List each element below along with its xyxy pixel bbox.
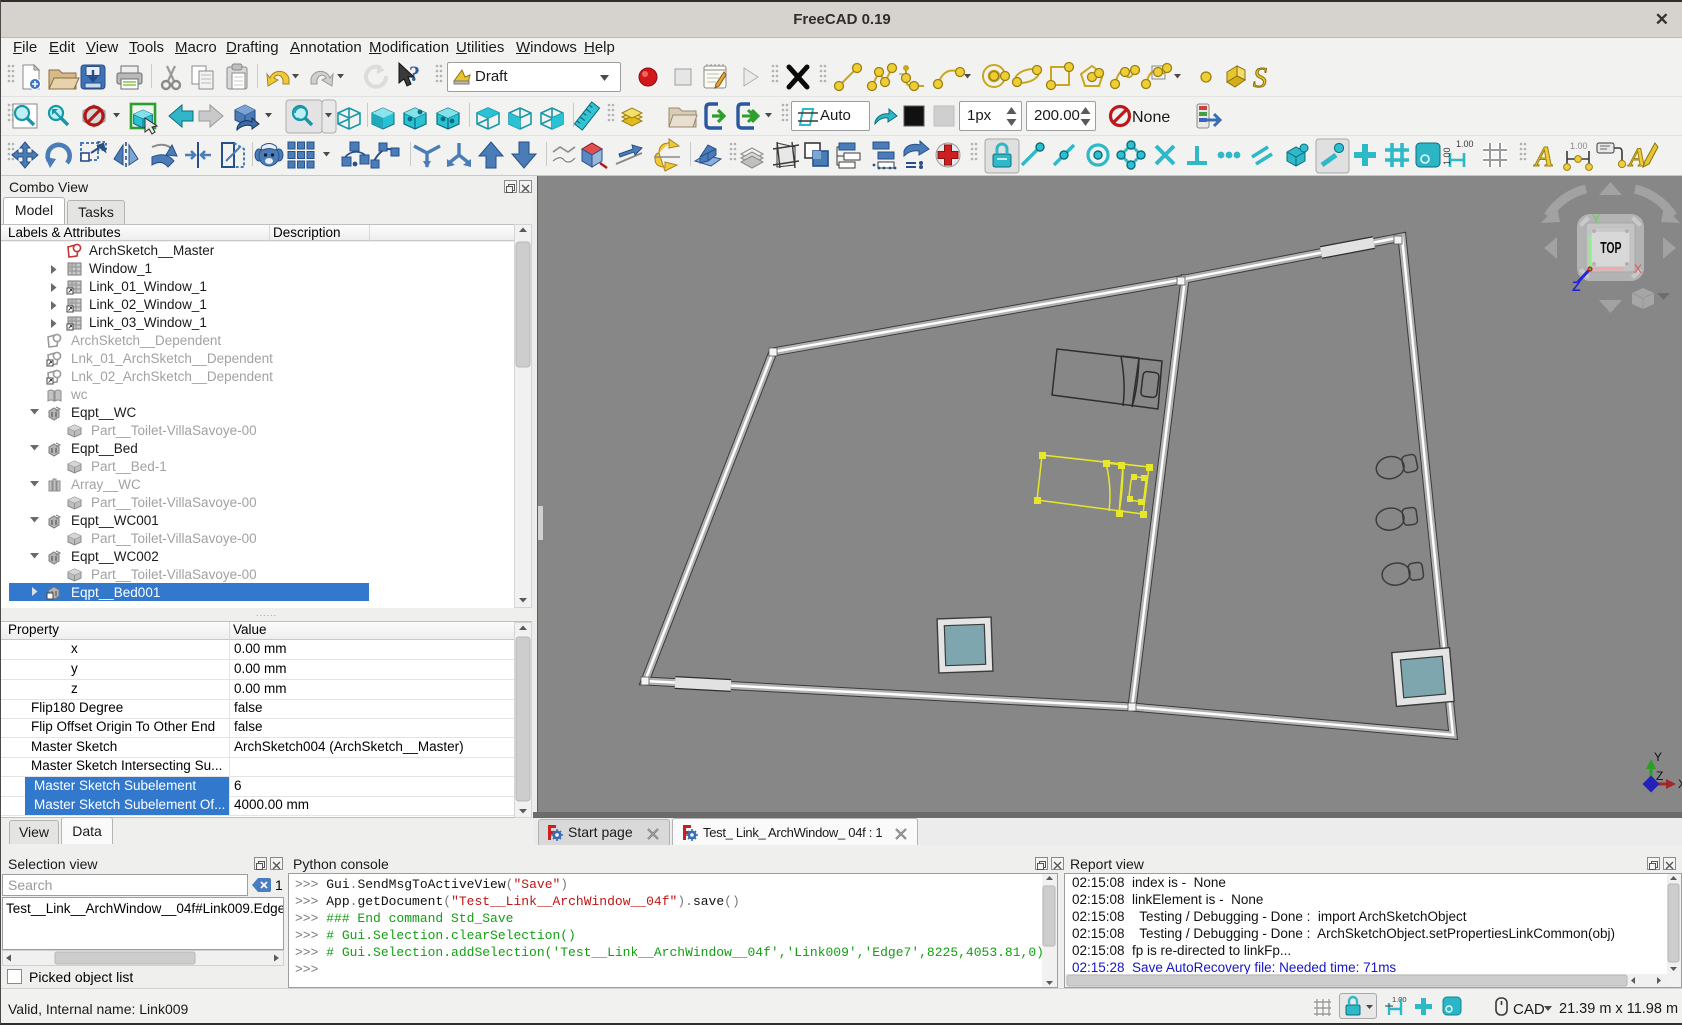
svg-text:TOP: TOP <box>1600 239 1621 257</box>
svg-text:Eqpt__WC001: Eqpt__WC001 <box>71 513 159 528</box>
svg-text:Eqpt__Bed: Eqpt__Bed <box>71 441 138 456</box>
svg-text:Part__Toilet-VillaSavoye-00: Part__Toilet-VillaSavoye-00 <box>91 531 257 546</box>
svg-text:wc: wc <box>70 387 88 402</box>
svg-text:?: ? <box>409 61 420 86</box>
svg-text:Link_02_Window_1: Link_02_Window_1 <box>89 297 207 312</box>
svg-text:Part__Toilet-VillaSavoye-00: Part__Toilet-VillaSavoye-00 <box>91 423 257 438</box>
svg-text:1.00: 1.00 <box>1456 139 1474 149</box>
svg-text:Eqpt__WC: Eqpt__WC <box>71 405 137 420</box>
svg-text:Eqpt__Bed001: Eqpt__Bed001 <box>71 585 160 600</box>
svg-text:S: S <box>1253 63 1267 94</box>
svg-text:Array__WC: Array__WC <box>71 477 141 492</box>
svg-text:A: A <box>1627 143 1646 172</box>
svg-text:Part__Toilet-VillaSavoye-00: Part__Toilet-VillaSavoye-00 <box>91 495 257 510</box>
svg-text:Part__Bed-1: Part__Bed-1 <box>91 459 167 474</box>
svg-text:None: None <box>1132 109 1170 126</box>
svg-text:ArchSketch__Master: ArchSketch__Master <box>89 243 215 258</box>
svg-text:Eqpt__WC002: Eqpt__WC002 <box>71 549 159 564</box>
svg-text:1.00: 1.00 <box>1442 147 1452 165</box>
svg-text:Link_01_Window_1: Link_01_Window_1 <box>89 279 207 294</box>
svg-text:Window_1: Window_1 <box>89 261 152 276</box>
svg-text:X: X <box>1634 262 1642 276</box>
svg-text:A: A <box>1533 142 1554 173</box>
svg-text:Y: Y <box>1654 750 1662 764</box>
svg-text:Part__Toilet-VillaSavoye-00: Part__Toilet-VillaSavoye-00 <box>91 567 257 582</box>
svg-text:X: X <box>1678 777 1682 791</box>
svg-text:Link_03_Window_1: Link_03_Window_1 <box>89 315 207 330</box>
svg-text:Lnk_02_ArchSketch__Dependent: Lnk_02_ArchSketch__Dependent <box>71 369 273 384</box>
svg-text:Z: Z <box>1572 278 1581 294</box>
svg-text:1.00: 1.00 <box>1570 141 1588 151</box>
svg-text:Lnk_01_ArchSketch__Dependent: Lnk_01_ArchSketch__Dependent <box>71 351 273 366</box>
svg-text:Y: Y <box>1592 212 1600 226</box>
svg-text:Z: Z <box>1656 769 1663 783</box>
svg-text:1.00: 1.00 <box>1392 995 1407 1004</box>
svg-text:ArchSketch__Dependent: ArchSketch__Dependent <box>71 333 221 348</box>
